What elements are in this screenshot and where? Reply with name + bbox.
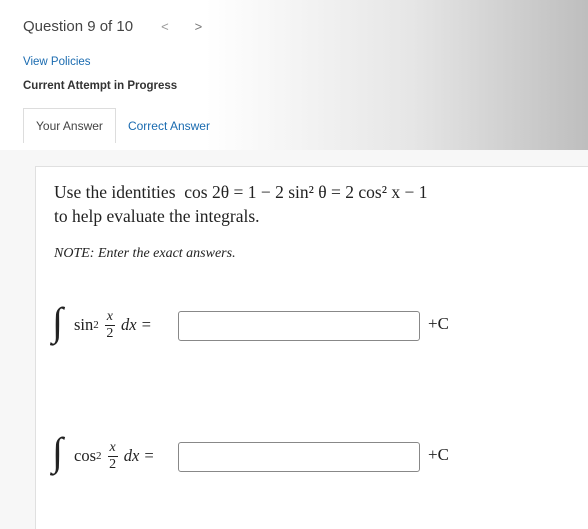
integral-2-answer-input[interactable] [178,442,420,472]
tab-your-answer[interactable]: Your Answer [23,108,116,143]
integral-1-answer-input[interactable] [178,311,420,341]
question-note: NOTE: Enter the exact answers. [54,246,236,261]
integral-sign-icon: ∫ [52,299,63,344]
integral-2-constant: +C [428,445,449,464]
next-question-icon[interactable]: > [195,19,203,34]
view-policies-link[interactable]: View Policies [23,56,91,68]
question-instruction-cont: to help evaluate the integrals. [54,206,260,226]
fraction-numerator: x [109,439,116,455]
previous-question-icon[interactable]: < [161,19,169,34]
integral-1-expression: sin 2 x 2 dx = [74,308,152,341]
differential: dx = [120,315,152,334]
attempt-status: Current Attempt in Progress [23,80,178,92]
integral-sign-icon: ∫ [52,429,63,474]
fraction-denominator: 2 [109,456,117,472]
question-navigation: Question 9 of 10 < > [23,15,202,37]
identity-formula: cos 2θ = 1 − 2 sin² θ = 2 cos² x − 1 [184,182,428,202]
integral-2-expression: cos 2 x 2 dx = [74,439,155,472]
function-name: cos [74,446,96,465]
differential: dx = [123,446,155,465]
answer-tabs: Your Answer Correct Answer [23,108,222,143]
function-name: sin [74,315,94,334]
fraction-numerator: x [106,308,113,324]
fraction: x 2 [107,439,118,472]
tab-correct-answer[interactable]: Correct Answer [116,108,222,143]
question-counter: Question 9 of 10 [23,17,134,35]
question-instruction: Use the identities cos 2θ = 1 − 2 sin² θ… [54,182,427,203]
fraction-denominator: 2 [106,325,114,341]
instruction-text: Use the identities [54,182,176,202]
integral-1-constant: +C [428,314,449,333]
fraction: x 2 [104,308,115,341]
